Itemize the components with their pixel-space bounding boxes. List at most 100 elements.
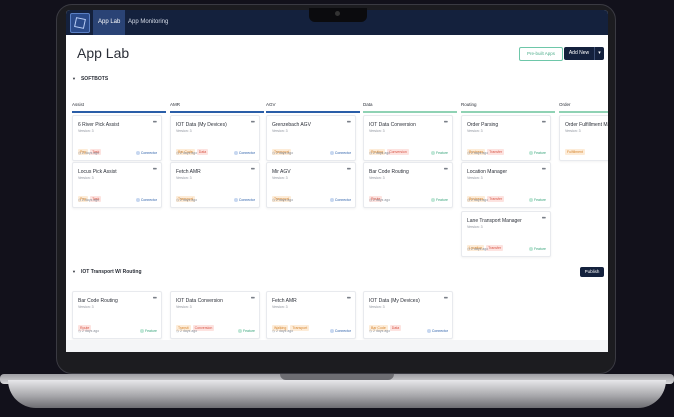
camera-icon	[335, 11, 340, 16]
more-options-icon[interactable]: •••	[347, 296, 351, 302]
tab-app-monitoring[interactable]: App Monitoring	[123, 10, 173, 35]
app-card[interactable]: IOT Data (My Devices) Version: 3 ••• Bar Co…	[363, 291, 453, 339]
tag-list: Business Transfer	[467, 140, 506, 158]
more-options-icon[interactable]: •••	[542, 120, 546, 126]
card-title: Grenzebach AGV	[272, 122, 311, 128]
app-card[interactable]: Bar Code Routing Version: 3 ••• Route ◷ 2 da…	[363, 162, 453, 208]
add-new-button[interactable]: Add New	[564, 47, 594, 60]
more-options-icon[interactable]: •••	[542, 216, 546, 222]
section-header[interactable]: ▼ SOFTBOTS	[72, 76, 108, 82]
card-timestamp: ◷ 2 days ago	[78, 329, 99, 333]
app-card[interactable]: IOT Data Conversion Version: 3 ••• Routing C…	[363, 115, 453, 161]
publish-button[interactable]: Publish	[580, 267, 604, 277]
card-status: Connector	[135, 197, 157, 202]
tag-badge: Data	[389, 325, 402, 331]
app-card[interactable]: Order Parsing Version: 3 ••• Business Transf…	[461, 115, 551, 161]
column-title: Assist	[72, 102, 166, 113]
card-timestamp: ◷ 2 days ago	[272, 329, 293, 333]
more-options-icon[interactable]: •••	[251, 296, 255, 302]
app-card[interactable]: Fetch AMR Version: 3 ••• Walking Transport ◷ …	[266, 291, 356, 339]
card-version: Version: 3	[272, 305, 288, 309]
laptop-groove	[280, 374, 394, 380]
app-card[interactable]: Lane Transport Manager Version: 3 ••• Locat…	[461, 211, 551, 257]
feature-icon	[430, 198, 435, 202]
more-options-icon[interactable]: •••	[444, 296, 448, 302]
card-version: Version: 3	[78, 305, 94, 309]
card-timestamp: ◷ 2 days ago	[176, 151, 197, 155]
app-card[interactable]: Fetch AMR Version: 3 ••• Transport ◷ 2 days …	[170, 162, 260, 208]
app-logo-icon[interactable]	[70, 13, 90, 33]
card-status-text: Feature	[242, 328, 255, 333]
app-card[interactable]: IOT Data (My Devices) Version: 3 ••• Bar Co…	[170, 115, 260, 161]
card-version: Version: 3	[176, 305, 192, 309]
card-title: IOT Data (My Devices)	[369, 298, 420, 304]
more-options-icon[interactable]: •••	[251, 120, 255, 126]
caret-down-icon[interactable]: ▼	[72, 76, 76, 81]
caret-down-icon[interactable]: ▼	[72, 269, 76, 274]
card-timestamp: ◷ 2 days ago	[272, 198, 293, 202]
card-version: Version: 3	[369, 176, 385, 180]
feature-icon	[139, 329, 144, 333]
card-version: Version: 3	[467, 129, 483, 133]
card-status: Connector	[233, 198, 255, 202]
column-title: AGV	[266, 102, 360, 113]
card-status: Connector	[426, 328, 448, 333]
more-options-icon[interactable]: •••	[444, 167, 448, 173]
app-card[interactable]: Order Fulfillment MaVersion: 3•••Fulfill…	[559, 115, 608, 161]
card-time-text: 2 days ago	[82, 151, 100, 155]
app-card[interactable]: 6 River Pick Assist Version: 3 ••• Pnp Task ◷…	[72, 115, 162, 161]
card-time-text: 2 days ago	[373, 198, 391, 202]
card-title: Bar Code Routing	[78, 298, 118, 304]
card-title: IOT Data (My Devices)	[176, 122, 227, 128]
card-status: Feature	[139, 329, 157, 333]
card-title: Order Parsing	[467, 122, 499, 128]
tag-badge: Fulfillment	[565, 149, 585, 155]
tag-list: Route	[369, 187, 384, 205]
prebuilt-apps-button[interactable]: Pre-built Apps	[519, 47, 563, 61]
more-options-icon[interactable]: •••	[153, 296, 157, 302]
tag-badge: Transport	[290, 325, 310, 331]
app-card[interactable]: IOT Data Conversion Version: 3 ••• Transit C…	[170, 291, 260, 339]
card-version: Version: 3	[272, 129, 288, 133]
more-options-icon[interactable]: •••	[347, 167, 351, 173]
app-card[interactable]: Location Manager Version: 3 ••• Business Tra…	[461, 162, 551, 208]
connector-icon	[329, 329, 334, 333]
card-title: Fetch AMR	[176, 169, 201, 175]
card-version: Version: 3	[176, 176, 192, 180]
feature-icon	[528, 151, 533, 155]
more-options-icon[interactable]: •••	[153, 120, 157, 126]
feature-icon	[528, 247, 533, 251]
tab-app-lab[interactable]: App Lab	[93, 10, 126, 35]
more-options-icon[interactable]: •••	[542, 167, 546, 173]
connector-icon	[426, 329, 431, 333]
more-options-icon[interactable]: •••	[347, 120, 351, 126]
card-version: Version: 3	[369, 305, 385, 309]
tag-list: Pnp Task	[78, 187, 103, 205]
tag-list: Fulfillment	[565, 140, 587, 158]
more-options-icon[interactable]: •••	[444, 120, 448, 126]
card-status: Feature	[528, 247, 546, 251]
app-card[interactable]: Mir AGV Version: 3 ••• Transport ◷ 2 days ag…	[266, 162, 356, 208]
card-version: Version: 3	[467, 176, 483, 180]
card-status-text: Connector	[140, 197, 157, 202]
card-version: Version: 3	[369, 129, 385, 133]
app-card[interactable]: Bar Code Routing Version: 3 ••• Route ◷ 2 da…	[72, 291, 162, 339]
card-status-text: Connector	[431, 328, 448, 333]
tag-badge: Data	[196, 149, 209, 155]
card-time-text: 2 days ago	[471, 198, 489, 202]
more-options-icon[interactable]: •••	[251, 167, 255, 173]
card-timestamp: ◷ 2 days ago	[467, 151, 488, 155]
app-card[interactable]: Grenzebach AGV Version: 3 ••• Transport ◷ 2 …	[266, 115, 356, 161]
card-timestamp: ◷ 2 days ago	[176, 198, 197, 202]
card-timestamp: ◷ 2 days ago	[467, 247, 488, 251]
app-card[interactable]: Locus Pick Assist Version: 3 ••• Pnp Task ◷ 2…	[72, 162, 162, 208]
card-version: Version: 3	[176, 129, 192, 133]
card-status-text: Connector	[140, 150, 157, 155]
card-status-text: Connector	[334, 328, 351, 333]
tag-badge: Conversion	[387, 149, 409, 155]
more-options-icon[interactable]: •••	[153, 167, 157, 173]
card-timestamp: ◷ 2 days ago	[369, 151, 390, 155]
section-header[interactable]: ▼ IOT Transport W/ Routing	[72, 269, 142, 275]
chevron-down-icon[interactable]: ▾	[594, 47, 604, 60]
connector-icon	[135, 151, 140, 155]
